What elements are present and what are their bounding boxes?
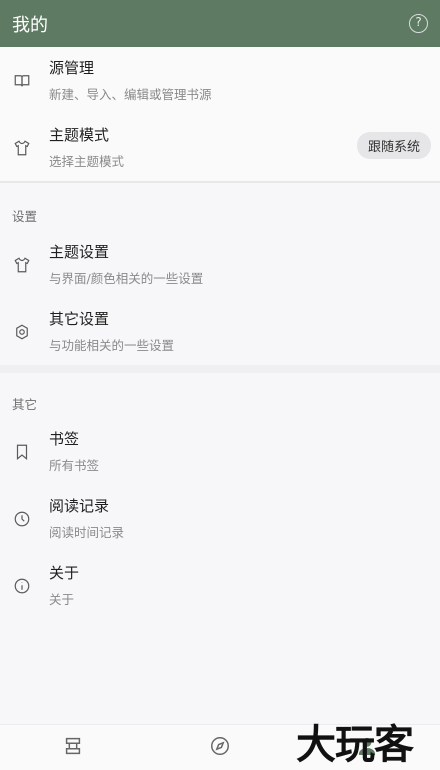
item-subtitle: 选择主题模式 [49, 153, 125, 169]
about-item[interactable]: 关于 关于 [0, 552, 440, 619]
watermark-logo: 大玩客 [296, 721, 414, 768]
item-title: 源管理 [49, 58, 95, 77]
section-label-other: 其它 [12, 397, 38, 412]
bookshelf-icon [62, 735, 84, 761]
help-icon[interactable]: ? [409, 14, 428, 33]
item-title: 阅读记录 [49, 496, 110, 515]
other-settings-item[interactable]: 其它设置 与功能相关的一些设置 [0, 298, 440, 365]
theme-settings-item[interactable]: 主题设置 与界面/颜色相关的一些设置 [0, 231, 440, 298]
item-subtitle: 阅读时间记录 [49, 524, 125, 540]
clock-icon [12, 509, 32, 529]
section-label-settings: 设置 [12, 209, 38, 224]
reading-history-item[interactable]: 阅读记录 阅读时间记录 [0, 485, 440, 552]
page-title: 我的 [12, 14, 48, 36]
nav-discover[interactable] [147, 735, 294, 761]
item-subtitle: 与功能相关的一些设置 [49, 337, 175, 353]
item-subtitle: 关于 [49, 591, 75, 607]
info-icon [12, 576, 32, 596]
item-title: 其它设置 [49, 309, 110, 328]
content: 源管理 新建、导入、编辑或管理书源 主题模式 选择主题模式 跟随系统 设置 主题… [0, 47, 440, 725]
divider [0, 365, 440, 373]
theme-mode-chip[interactable]: 跟随系统 [356, 132, 431, 159]
item-title: 主题设置 [49, 242, 110, 261]
book-open-icon [12, 71, 32, 91]
item-subtitle: 新建、导入、编辑或管理书源 [49, 86, 212, 102]
tshirt-icon [12, 255, 32, 275]
tshirt-icon [12, 138, 32, 158]
item-title: 书签 [49, 429, 80, 448]
nav-bookshelf[interactable] [0, 735, 147, 761]
item-title: 主题模式 [49, 125, 110, 144]
top-block: 源管理 新建、导入、编辑或管理书源 主题模式 选择主题模式 跟随系统 [0, 47, 440, 181]
app-bar: 我的 ? [0, 0, 440, 47]
theme-mode-item[interactable]: 主题模式 选择主题模式 跟随系统 [0, 114, 440, 181]
compass-icon [209, 735, 231, 761]
source-management-item[interactable]: 源管理 新建、导入、编辑或管理书源 [0, 47, 440, 114]
bookmarks-item[interactable]: 书签 所有书签 [0, 418, 440, 485]
item-title: 关于 [49, 563, 80, 582]
item-subtitle: 与界面/颜色相关的一些设置 [49, 270, 204, 286]
settings-icon [12, 322, 32, 342]
bookmark-icon [12, 442, 32, 462]
item-subtitle: 所有书签 [49, 457, 100, 473]
